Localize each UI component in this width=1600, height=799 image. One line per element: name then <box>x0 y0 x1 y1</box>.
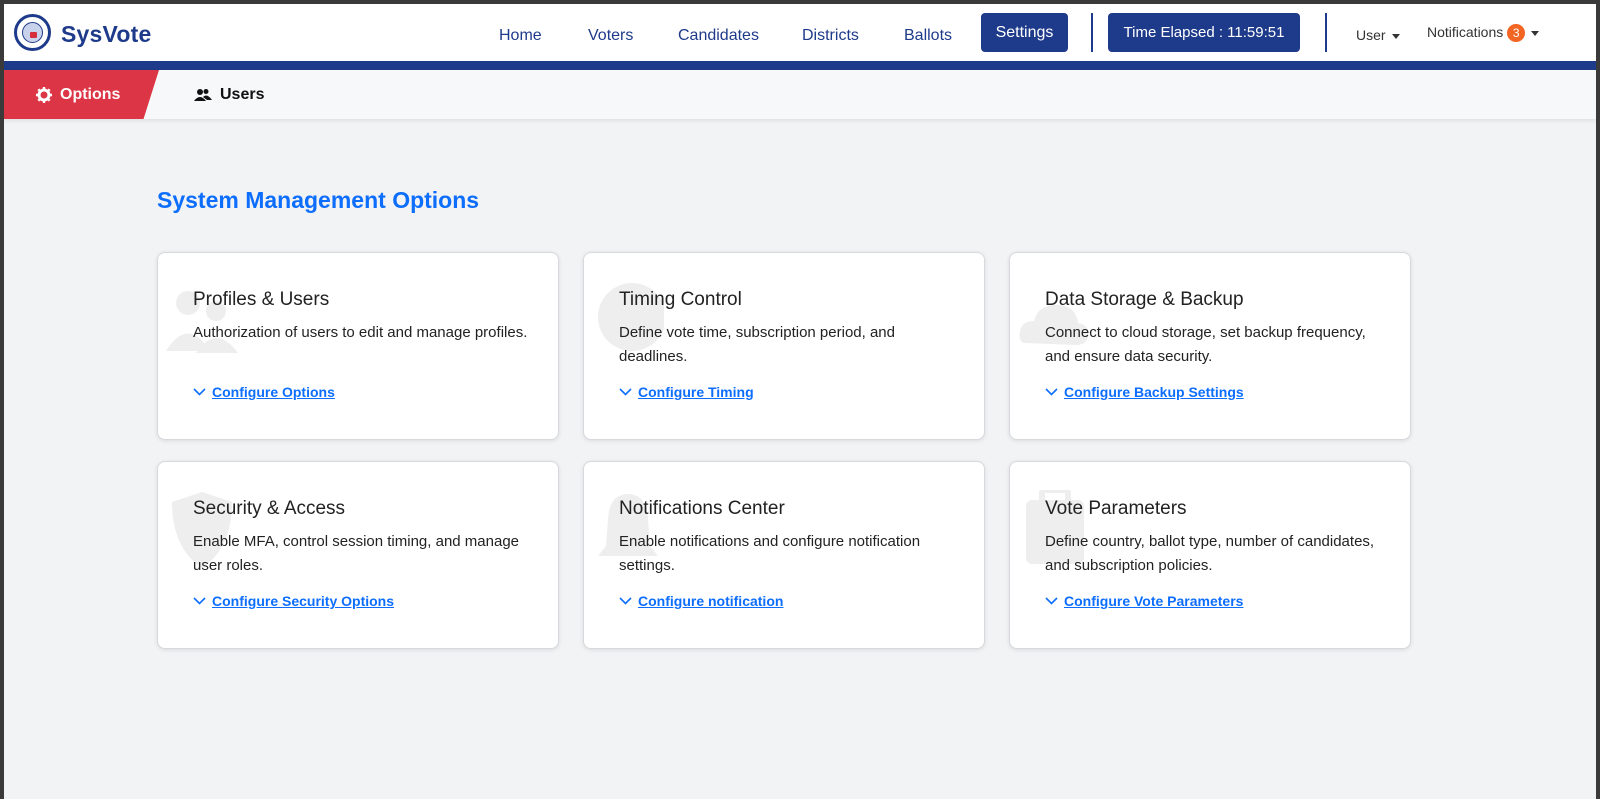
page-title: System Management Options <box>157 187 480 213</box>
card-notifications-center: Notifications Center Enable notification… <box>583 461 985 649</box>
nav-home[interactable]: Home <box>499 27 542 45</box>
card-timing-control: Timing Control Define vote time, subscri… <box>583 252 985 440</box>
card-data-storage: Data Storage & Backup Connect to cloud s… <box>1009 252 1411 440</box>
card-description: Enable notifications and configure notif… <box>619 533 921 574</box>
chevron-down-icon <box>193 597 206 605</box>
card-security-access: Security & Access Enable MFA, control se… <box>157 461 559 649</box>
configure-security-label: Configure Security Options <box>212 593 395 609</box>
nav-settings[interactable]: Settings <box>981 13 1068 52</box>
caret-down-icon <box>1391 33 1400 39</box>
card-description: Define country, ballot type, number of c… <box>1045 533 1375 574</box>
configure-backup-label: Configure Backup Settings <box>1064 384 1244 400</box>
nav-voters[interactable]: Voters <box>588 27 633 45</box>
time-elapsed-display: Time Elapsed : 11:59:51 <box>1108 13 1300 52</box>
notifications-dropdown[interactable]: Notifications 3 <box>1427 24 1540 42</box>
tab-options[interactable]: Options <box>4 70 159 119</box>
chevron-down-icon <box>619 597 632 605</box>
user-dropdown-label: User <box>1356 27 1386 43</box>
configure-notification-link[interactable]: Configure notification <box>619 593 783 609</box>
nav-ballots[interactable]: Ballots <box>904 27 952 45</box>
card-title: Security & Access <box>193 498 346 519</box>
configure-vote-parameters-label: Configure Vote Parameters <box>1064 593 1244 609</box>
chevron-down-icon <box>1045 597 1058 605</box>
card-title: Timing Control <box>619 289 742 310</box>
configure-timing-label: Configure Timing <box>638 384 754 400</box>
users-icon <box>194 88 212 102</box>
nav-districts[interactable]: Districts <box>802 27 859 45</box>
nav-divider <box>1091 13 1093 52</box>
card-profiles-users: Profiles & Users Authorization of users … <box>157 252 559 440</box>
card-vote-parameters: Vote Parameters Define country, ballot t… <box>1009 461 1411 649</box>
notification-count-badge: 3 <box>1507 24 1526 42</box>
gear-icon <box>36 86 52 103</box>
configure-options-link[interactable]: Configure Options <box>193 384 335 400</box>
caret-down-icon <box>1531 30 1540 36</box>
configure-backup-link[interactable]: Configure Backup Settings <box>1045 384 1244 400</box>
card-description: Define vote time, subscription period, a… <box>619 324 895 365</box>
configure-vote-parameters-link[interactable]: Configure Vote Parameters <box>1045 593 1243 609</box>
brand-name[interactable]: SysVote <box>61 21 151 48</box>
logo[interactable] <box>14 14 51 51</box>
logo-emblem-icon <box>22 22 43 43</box>
user-dropdown[interactable]: User <box>1356 27 1400 43</box>
card-description: Enable MFA, control session timing, and … <box>193 533 520 574</box>
tab-users[interactable]: Users <box>194 70 264 119</box>
sub-tabs: Options Users <box>4 70 1596 119</box>
notifications-label: Notifications <box>1427 24 1504 40</box>
configure-security-link[interactable]: Configure Security Options <box>193 593 394 609</box>
nav-divider <box>1325 13 1327 52</box>
configure-options-label: Configure Options <box>212 384 335 400</box>
card-title: Profiles & Users <box>193 289 330 310</box>
chevron-down-icon <box>193 388 206 396</box>
card-description: Authorization of users to edit and manag… <box>193 324 528 341</box>
top-navbar: SysVote Home Voters Candidates Districts… <box>4 4 1596 61</box>
card-title: Notifications Center <box>619 498 785 519</box>
chevron-down-icon <box>619 388 632 396</box>
card-description: Connect to cloud storage, set backup fre… <box>1045 324 1366 365</box>
tab-users-label: Users <box>220 85 265 103</box>
chevron-down-icon <box>1045 388 1058 396</box>
navbar-accent-bar <box>4 61 1596 70</box>
card-title: Data Storage & Backup <box>1045 289 1244 310</box>
card-title: Vote Parameters <box>1045 498 1187 519</box>
configure-timing-link[interactable]: Configure Timing <box>619 384 754 400</box>
tab-options-label: Options <box>60 85 121 103</box>
nav-candidates[interactable]: Candidates <box>678 27 759 45</box>
configure-notification-label: Configure notification <box>638 593 784 609</box>
app-window: SysVote Home Voters Candidates Districts… <box>4 4 1596 799</box>
